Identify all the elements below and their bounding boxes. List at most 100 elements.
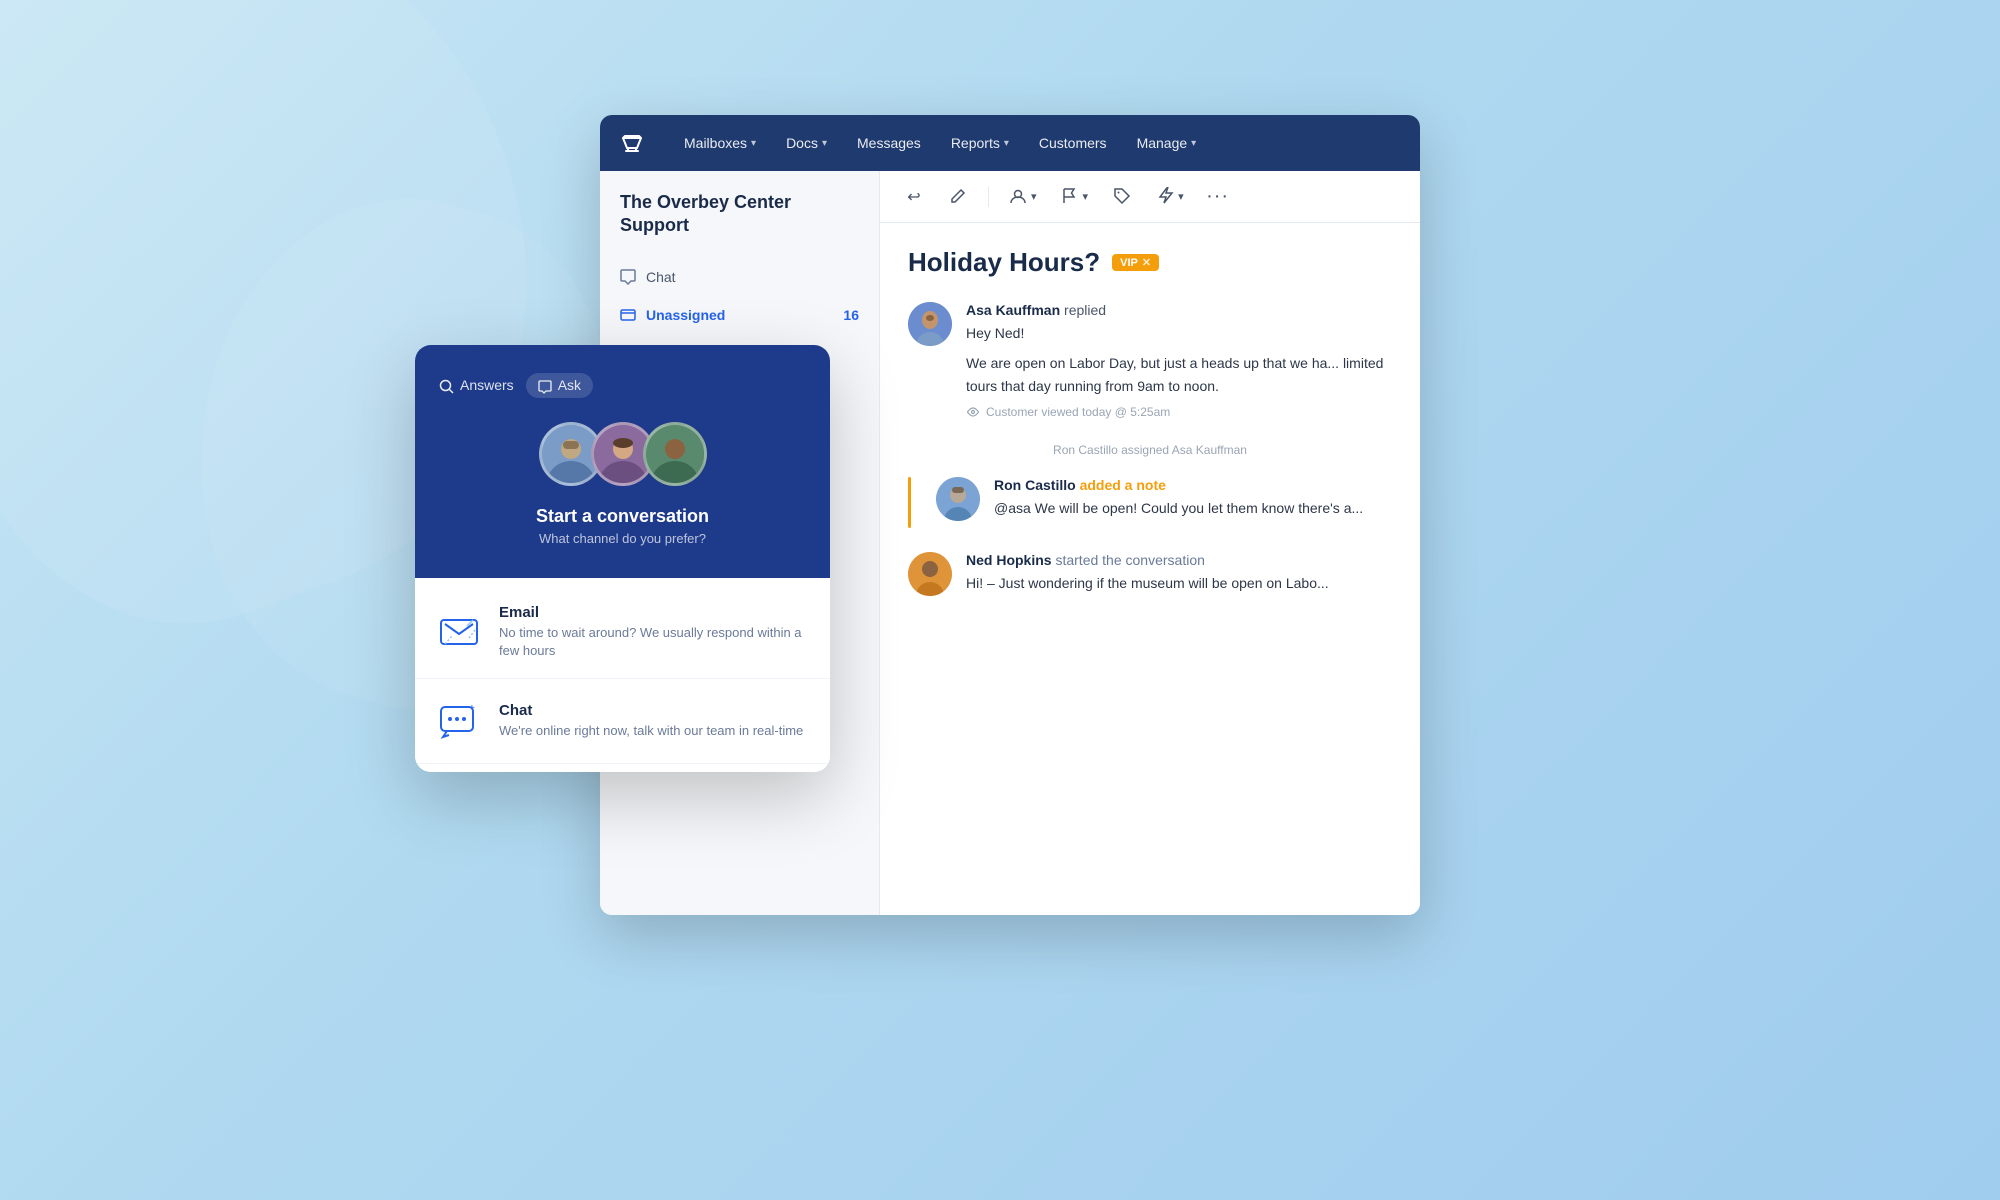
- ask-tab-label: Ask: [558, 377, 581, 393]
- vip-label: VIP: [1120, 257, 1138, 269]
- tag-icon: [1113, 187, 1131, 205]
- vip-close-icon[interactable]: ✕: [1142, 256, 1151, 269]
- widget-options: Email No time to wait around? We usually…: [415, 578, 830, 772]
- sidebar-item-unassigned[interactable]: Unassigned 16: [600, 296, 879, 334]
- avatar-ron: [936, 477, 980, 521]
- avatar-ned: [908, 552, 952, 596]
- chat-icon-widget: +: [435, 697, 483, 745]
- email-option-title: Email: [499, 604, 810, 621]
- nav-reports-label: Reports: [951, 135, 1000, 151]
- widget-header: Answers Ask: [415, 345, 830, 578]
- widget-avatars: [439, 422, 806, 486]
- vip-badge: VIP ✕: [1112, 254, 1159, 271]
- message-text-2: We are open on Labor Day, but just a hea…: [966, 352, 1392, 397]
- nav-manage-label: Manage: [1137, 135, 1188, 151]
- chat-icon: [620, 268, 636, 286]
- nav-mailboxes-label: Mailboxes: [684, 135, 747, 151]
- message-header: Asa Kauffman replied: [966, 302, 1392, 318]
- conversation-area: Holiday Hours? VIP ✕: [880, 223, 1420, 915]
- sidebar-item-chat[interactable]: Chat: [600, 258, 879, 296]
- widget-subtitle: What channel do you prefer?: [439, 531, 806, 546]
- email-icon: [435, 608, 483, 656]
- undo-icon: ↩: [907, 187, 920, 207]
- nav-messages[interactable]: Messages: [857, 135, 921, 151]
- message-item-ned: Ned Hopkins started the conversation Hi!…: [908, 552, 1392, 602]
- message-sender-ron: Ron Castillo: [994, 477, 1076, 493]
- nav-docs-label: Docs: [786, 135, 818, 151]
- edit-button[interactable]: [940, 179, 976, 215]
- message-item-note: Ron Castillo added a note @asa We will b…: [908, 477, 1392, 527]
- conversation-title: Holiday Hours?: [908, 247, 1100, 278]
- message-body-note: Ron Castillo added a note @asa We will b…: [994, 477, 1392, 527]
- widget-tab-ask[interactable]: Ask: [526, 373, 593, 398]
- tag-button[interactable]: [1104, 179, 1140, 215]
- email-option-desc: No time to wait around? We usually respo…: [499, 624, 810, 660]
- message-text-note: @asa We will be open! Could you let them…: [994, 497, 1392, 519]
- nav-docs-chevron: ▾: [822, 138, 827, 149]
- message-meta: Customer viewed today @ 5:25am: [966, 405, 1392, 419]
- nav-mailboxes-chevron: ▾: [751, 138, 756, 149]
- nav-mailboxes[interactable]: Mailboxes ▾: [684, 135, 756, 151]
- sidebar-chat-label: Chat: [646, 269, 676, 285]
- assign-button[interactable]: ▾: [1001, 179, 1045, 215]
- note-indicator: [908, 477, 911, 527]
- flag-icon: [1061, 187, 1079, 205]
- nav-docs[interactable]: Docs ▾: [786, 135, 827, 151]
- chat-option-desc: We're online right now, talk with our te…: [499, 722, 803, 740]
- avatar-asa: [908, 302, 952, 346]
- chat-widget: Answers Ask: [415, 345, 830, 772]
- email-option-text: Email No time to wait around? We usually…: [499, 604, 810, 660]
- eye-icon: [966, 405, 980, 419]
- message-item: Asa Kauffman replied Hey Ned! We are ope…: [908, 302, 1392, 419]
- assign-icon: [1009, 187, 1027, 205]
- toolbar-separator-1: [988, 187, 989, 207]
- edit-icon: [949, 187, 967, 205]
- search-icon: [439, 377, 454, 394]
- message-meta-text: Customer viewed today @ 5:25am: [986, 405, 1170, 419]
- message-action-note: added a note: [1080, 477, 1166, 493]
- unassigned-badge: 16: [843, 307, 859, 323]
- message-action: replied: [1064, 302, 1106, 318]
- conversation-title-row: Holiday Hours? VIP ✕: [908, 247, 1392, 278]
- message-sender-ned: Ned Hopkins: [966, 552, 1052, 568]
- nav-manage[interactable]: Manage ▾: [1137, 135, 1197, 151]
- chat-option[interactable]: + Chat We're online right now, talk with…: [415, 679, 830, 764]
- message-header-note: Ron Castillo added a note: [994, 477, 1392, 493]
- message-sender: Asa Kauffman: [966, 302, 1060, 318]
- widget-title: Start a conversation: [439, 506, 806, 527]
- more-button[interactable]: ···: [1200, 179, 1236, 215]
- message-header-ned: Ned Hopkins started the conversation: [966, 552, 1392, 568]
- nav-reports[interactable]: Reports ▾: [951, 135, 1009, 151]
- sidebar-title: The Overbey Center Support: [600, 191, 879, 258]
- action-icon: [1156, 187, 1174, 205]
- action-button[interactable]: ▾: [1148, 179, 1192, 215]
- flag-button[interactable]: ▾: [1053, 179, 1097, 215]
- message-body: Asa Kauffman replied Hey Ned! We are ope…: [966, 302, 1392, 419]
- message-text-1: Hey Ned!: [966, 322, 1392, 344]
- nav-manage-chevron: ▾: [1191, 138, 1196, 149]
- chat-option-text: Chat We're online right now, talk with o…: [499, 702, 803, 740]
- flag-chevron: ▾: [1083, 190, 1089, 203]
- svg-text:+: +: [469, 703, 475, 714]
- navbar: Mailboxes ▾ Docs ▾ Messages Reports ▾ Cu…: [600, 115, 1420, 171]
- message-text-ned: Hi! – Just wondering if the museum will …: [966, 572, 1392, 594]
- email-option[interactable]: Email No time to wait around? We usually…: [415, 586, 830, 679]
- sidebar-unassigned-label: Unassigned: [646, 307, 725, 323]
- nav-customers[interactable]: Customers: [1039, 135, 1107, 151]
- toolbar: ↩ ▾: [880, 171, 1420, 223]
- system-message: Ron Castillo assigned Asa Kauffman: [908, 443, 1392, 457]
- main-content: ↩ ▾: [880, 171, 1420, 915]
- answers-tab-label: Answers: [460, 377, 514, 393]
- nav-messages-label: Messages: [857, 135, 921, 151]
- chat-bubble-icon: [538, 377, 552, 393]
- logo: [620, 130, 644, 156]
- nav-customers-label: Customers: [1039, 135, 1107, 151]
- unassigned-icon: [620, 306, 636, 324]
- widget-tab-answers[interactable]: Answers: [439, 373, 514, 398]
- message-body-ned: Ned Hopkins started the conversation Hi!…: [966, 552, 1392, 602]
- message-action-started: started the conversation: [1055, 552, 1204, 568]
- agent-avatar-3: [643, 422, 707, 486]
- nav-reports-chevron: ▾: [1004, 138, 1009, 149]
- undo-button[interactable]: ↩: [896, 179, 932, 215]
- action-chevron: ▾: [1178, 190, 1184, 203]
